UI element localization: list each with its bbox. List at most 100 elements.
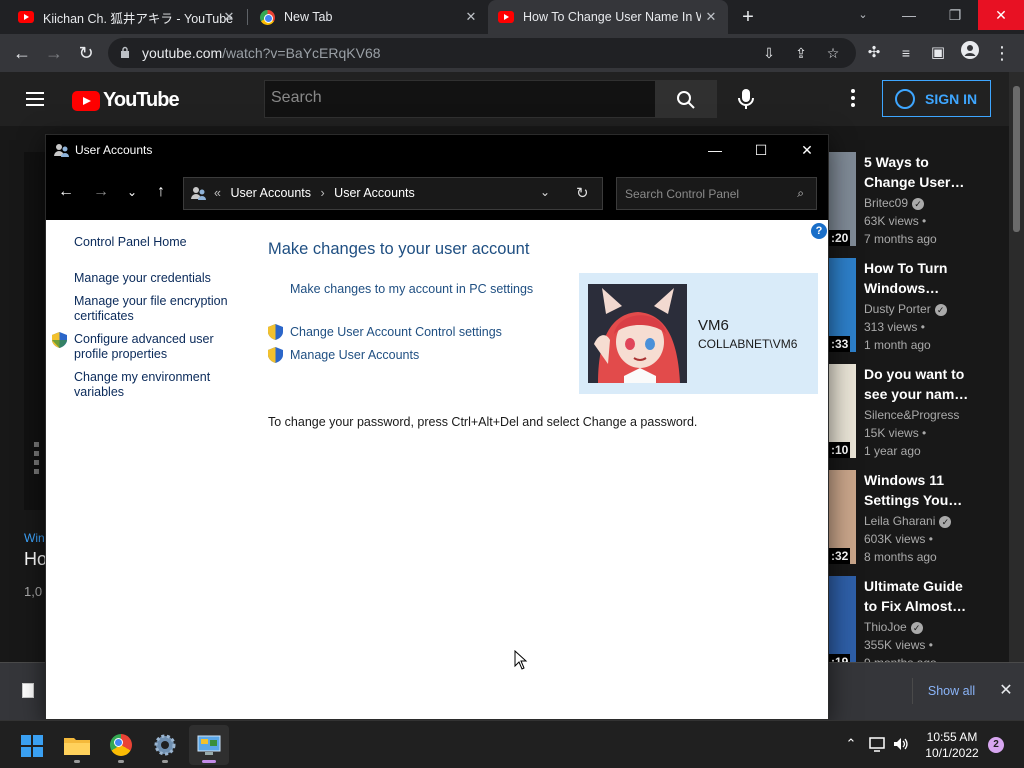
window-close-button[interactable]: ✕ <box>784 135 830 165</box>
hamburger-menu-icon[interactable] <box>26 92 44 106</box>
settings-kebab-icon[interactable] <box>848 89 858 109</box>
install-app-icon[interactable]: ⇩ <box>760 44 778 62</box>
close-download-bar-icon[interactable]: ✕ <box>996 681 1016 701</box>
search-icon <box>677 91 695 109</box>
reload-icon[interactable]: ↻ <box>74 41 98 65</box>
restore-button[interactable]: ❐ <box>932 0 978 30</box>
tab-close-icon[interactable]: ✕ <box>462 8 480 26</box>
microphone-icon[interactable] <box>737 88 755 110</box>
youtube-icon <box>18 11 34 23</box>
share-icon[interactable]: ⇪ <box>792 44 810 62</box>
video-channel-fragment[interactable]: Win <box>24 531 45 545</box>
sign-in-button[interactable]: SIGN IN <box>882 80 991 117</box>
show-all-downloads-button[interactable]: Show all <box>912 678 984 704</box>
channel-name: Britec09 ✓ <box>864 196 925 210</box>
control-panel-search-input[interactable]: Search Control Panel ⌕ <box>616 177 817 210</box>
window-maximize-button[interactable]: ☐ <box>738 135 784 165</box>
breadcrumb-chevron-icon[interactable]: › <box>321 186 325 200</box>
recommendation-title[interactable]: Do you want to see your nam… <box>864 364 974 404</box>
recommendation-title[interactable]: Windows 11 Settings You… <box>864 470 974 510</box>
close-browser-button[interactable]: ✕ <box>978 0 1024 30</box>
clock-date: 10/1/2022 <box>925 746 979 760</box>
forward-arrow-icon[interactable]: → <box>91 182 111 202</box>
upload-age: 1 year ago <box>864 444 921 458</box>
running-indicator <box>162 760 168 763</box>
tab-how-to-change-user-name[interactable]: How To Change User Name In W ✕ <box>488 0 728 34</box>
youtube-logo[interactable]: YouTube <box>72 89 180 112</box>
taskbar-settings[interactable] <box>145 725 185 765</box>
explorer-nav-bar: ← → ⌄ ↑ « User Accounts › User Accounts … <box>46 165 828 220</box>
taskbar-control-panel[interactable] <box>189 725 229 765</box>
tab-close-icon[interactable]: ✕ <box>702 8 720 26</box>
breadcrumb-item[interactable]: User Accounts <box>230 186 311 200</box>
help-icon[interactable]: ? <box>811 223 827 239</box>
youtube-search-button[interactable] <box>655 80 717 118</box>
channel-name: ThioJoe ✓ <box>864 620 923 634</box>
taskbar-file-explorer[interactable] <box>57 725 97 765</box>
file-encryption-certificates-link[interactable]: Manage your file encryption certificates <box>74 294 234 324</box>
profile-icon[interactable] <box>958 41 982 65</box>
start-button[interactable] <box>12 725 52 765</box>
file-explorer-icon <box>64 738 90 755</box>
manage-credentials-link[interactable]: Manage your credentials <box>74 271 234 286</box>
settings-gear-icon <box>154 734 176 756</box>
network-icon[interactable] <box>868 735 886 753</box>
tab-kiichan[interactable]: Kiichan Ch. 狐井アキラ - YouTube ✕ <box>0 0 246 34</box>
back-arrow-icon[interactable]: ← <box>56 182 76 202</box>
window-title-bar[interactable]: User Accounts — ☐ ✕ <box>46 135 828 165</box>
pc-settings-link[interactable]: Make changes to my account in PC setting… <box>290 282 533 297</box>
environment-variables-link[interactable]: Change my environment variables <box>74 370 234 400</box>
uac-settings-link[interactable]: Change User Account Control settings <box>290 325 502 340</box>
recommendation-title[interactable]: Ultimate Guide to Fix Almost… <box>864 576 974 616</box>
system-clock[interactable]: 10:55 AM 10/1/2022 <box>920 729 984 761</box>
scrollbar-thumb[interactable] <box>1013 86 1020 232</box>
up-arrow-icon[interactable]: ↑ <box>151 182 171 202</box>
page-scrollbar[interactable] <box>1009 72 1024 662</box>
window-content: ? Control Panel Home Manage your credent… <box>46 220 828 719</box>
recommendation-item[interactable]: :20 5 Ways to Change User… Britec09 ✓ 63K… <box>829 152 964 250</box>
channel-name: Silence&Progress <box>864 408 960 422</box>
verified-icon: ✓ <box>939 515 952 528</box>
notification-badge[interactable]: 2 <box>988 737 1004 753</box>
location-bar[interactable]: « User Accounts › User Accounts ⌄ ↻ <box>183 177 603 210</box>
refresh-icon[interactable]: ↻ <box>576 184 589 202</box>
forward-arrow-icon[interactable]: → <box>42 41 66 65</box>
control-panel-home-link[interactable]: Control Panel Home <box>74 235 234 250</box>
view-count: 603K views • <box>864 532 933 546</box>
back-arrow-icon[interactable]: ← <box>10 41 34 65</box>
new-tab-button[interactable]: + <box>736 6 760 28</box>
player-controls-fragment <box>34 442 40 478</box>
address-history-chevron-icon[interactable]: ⌄ <box>540 185 550 199</box>
extensions-icon[interactable]: ✣ <box>862 41 886 65</box>
chrome-icon <box>260 9 275 25</box>
advanced-profile-properties-link[interactable]: Configure advanced user profile properti… <box>74 332 234 362</box>
download-file-icon[interactable] <box>22 683 34 698</box>
volume-icon[interactable] <box>892 735 910 753</box>
breadcrumb-overflow-icon[interactable]: « <box>214 186 221 200</box>
manage-user-accounts-link[interactable]: Manage User Accounts <box>290 348 419 363</box>
window-minimize-button[interactable]: — <box>692 135 738 165</box>
recommendation-title[interactable]: 5 Ways to Change User… <box>864 152 974 192</box>
media-control-icon[interactable]: ≡ <box>894 41 918 65</box>
tab-new-tab[interactable]: New Tab ✕ <box>250 0 488 34</box>
address-bar[interactable]: youtube.com/watch?v=BaYcERqKV68 ⇩ ⇪ ☆ <box>108 38 856 68</box>
recommendation-item[interactable]: :32 Windows 11 Settings You… Leila Ghara… <box>829 470 963 568</box>
recommendation-item[interactable]: :10 Do you want to see your nam… Silence… <box>829 364 968 462</box>
recommendation-item[interactable]: :19 Ultimate Guide to Fix Almost… ThioJo… <box>829 576 966 674</box>
show-hidden-icons-chevron-icon[interactable]: ⌃ <box>842 735 860 753</box>
bookmark-star-icon[interactable]: ☆ <box>824 44 842 62</box>
tab-close-icon[interactable]: ✕ <box>220 8 238 26</box>
tab-search-chevron-icon[interactable]: ⌄ <box>840 0 886 30</box>
chrome-menu-icon[interactable]: ⋮ <box>990 41 1014 65</box>
running-indicator <box>118 760 124 763</box>
taskbar-chrome[interactable] <box>101 725 141 765</box>
youtube-search-input[interactable]: Search <box>264 80 656 118</box>
recommendation-item[interactable]: :33 How To Turn Windows… Dusty Porter ✓ 3… <box>829 258 963 356</box>
minimize-button[interactable]: — <box>886 0 932 30</box>
side-panel-icon[interactable]: ▣ <box>926 41 950 65</box>
recent-locations-chevron-icon[interactable]: ⌄ <box>122 182 142 202</box>
tab-title: New Tab <box>284 10 333 24</box>
avatar[interactable] <box>588 284 687 383</box>
recommendation-title[interactable]: How To Turn Windows… <box>864 258 974 298</box>
breadcrumb-item[interactable]: User Accounts <box>334 186 415 200</box>
